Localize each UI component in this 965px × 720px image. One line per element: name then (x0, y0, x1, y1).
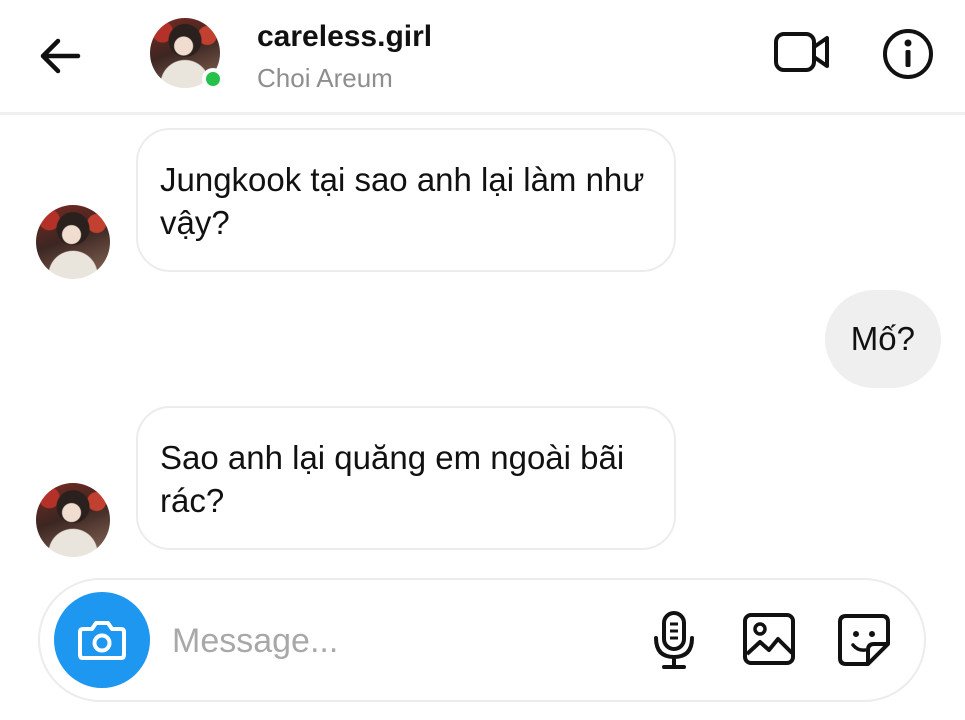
direct-message-screen: careless.girl Choi Areum Jungkook tại sa… (0, 0, 965, 720)
video-call-button[interactable] (772, 28, 832, 76)
microphone-icon (654, 611, 694, 669)
outgoing-message-bubble[interactable]: Mố? (824, 290, 941, 388)
gallery-button[interactable] (740, 610, 798, 668)
online-status-indicator (202, 68, 224, 90)
arrow-left-icon (40, 38, 81, 74)
voice-message-button[interactable] (648, 608, 700, 672)
message-input[interactable] (170, 610, 614, 672)
header-avatar[interactable] (150, 18, 224, 90)
back-button[interactable] (34, 30, 86, 82)
sticker-icon (838, 614, 890, 666)
chat-subtitle: Choi Areum (257, 63, 393, 93)
gallery-icon (743, 613, 795, 665)
camera-icon (78, 621, 126, 660)
camera-button[interactable] (54, 592, 150, 688)
video-camera-icon (774, 32, 829, 72)
info-button[interactable] (880, 26, 936, 82)
info-icon (883, 29, 933, 79)
message-composer (38, 578, 926, 702)
chat-username[interactable]: careless.girl (257, 20, 432, 54)
incoming-message-bubble[interactable]: Jungkook tại sao anh lại làm như vậy? (136, 128, 676, 272)
chat-header: careless.girl Choi Areum (0, 0, 965, 115)
sender-avatar[interactable] (36, 483, 110, 557)
sender-avatar[interactable] (36, 205, 110, 279)
sticker-button[interactable] (834, 610, 894, 670)
incoming-message-bubble[interactable]: Sao anh lại quăng em ngoài bãi rác? (136, 406, 676, 550)
